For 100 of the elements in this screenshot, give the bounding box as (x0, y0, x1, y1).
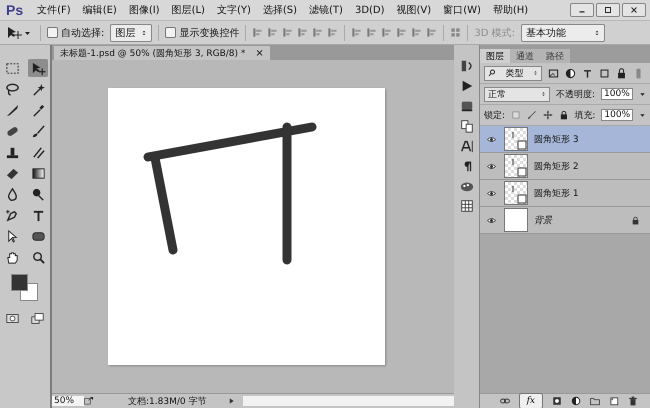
eye-icon[interactable] (486, 188, 496, 198)
lock-icon[interactable] (558, 110, 568, 120)
lock-pixels-icon[interactable] (511, 110, 521, 120)
menu-item[interactable]: 文件(F) (33, 3, 75, 17)
layer-name: 圆角矩形 2 (534, 160, 580, 172)
link-icon[interactable] (500, 396, 510, 406)
pen-nib-icon (4, 208, 20, 222)
eye-icon[interactable] (486, 216, 496, 224)
workspace-dropdown[interactable]: 基本功能 (521, 24, 605, 42)
eyedropper-icon (30, 102, 46, 118)
search-icon (488, 69, 496, 77)
menu-item[interactable]: 图像(I) (124, 3, 164, 17)
align-icon[interactable] (312, 27, 324, 38)
smart-object-filter-icon[interactable] (616, 68, 627, 78)
horizontal-scrollbar[interactable] (243, 396, 454, 406)
knife-icon (4, 102, 20, 118)
maximize-button[interactable] (596, 3, 620, 17)
align-icon[interactable] (426, 27, 438, 38)
maximize-icon (605, 7, 611, 13)
new-layer-icon[interactable] (609, 396, 619, 406)
close-button[interactable] (622, 3, 646, 17)
align-icon[interactable] (411, 27, 422, 38)
adjustment-icon[interactable] (571, 396, 581, 406)
align-icon[interactable] (351, 27, 362, 38)
dropdown-arrow-icon[interactable] (639, 112, 646, 118)
align-icon[interactable] (252, 27, 264, 38)
gradient-icon (30, 166, 46, 180)
opacity-field[interactable]: 100% (601, 88, 633, 100)
opacity-label: 不透明度: (556, 88, 596, 100)
close-button[interactable]: × (255, 48, 264, 58)
eye-icon[interactable] (486, 134, 496, 144)
mode-3d-label: 3D 模式: (474, 26, 515, 40)
checkbox[interactable] (165, 27, 176, 38)
eye-icon[interactable] (486, 162, 496, 170)
align-icon[interactable] (327, 27, 338, 38)
move-arrows-icon[interactable] (542, 110, 553, 120)
dropdown-arrow-icon[interactable] (638, 90, 646, 98)
align-icon[interactable] (297, 27, 308, 38)
arrow-cross-icon (30, 60, 46, 76)
layer-row[interactable]: 圆角矩形 2 (480, 153, 650, 180)
layer-thumbnail (504, 181, 528, 205)
updown-icon (533, 69, 538, 77)
panel-tab[interactable]: 通道 (510, 49, 540, 63)
mask-icon[interactable] (552, 396, 562, 406)
align-icon[interactable] (282, 27, 294, 38)
checkbox[interactable] (47, 27, 58, 38)
screen-mode-icon[interactable] (30, 312, 45, 325)
minimize-icon (580, 11, 584, 12)
filter-dropdown[interactable]: 类型 (484, 66, 542, 80)
align-icon[interactable] (381, 27, 392, 38)
fx-button[interactable]: fx (518, 393, 543, 408)
fill-field[interactable]: 100% (601, 109, 634, 121)
align-icon[interactable] (366, 27, 378, 38)
hand-icon (4, 250, 20, 264)
menu-item[interactable]: 图层(L) (168, 3, 209, 17)
layer-name: 圆角矩形 1 (534, 188, 580, 200)
blend-mode-dropdown[interactable]: 正常 (484, 86, 550, 102)
menu-item[interactable]: 滤镜(T) (305, 3, 347, 17)
folder-icon[interactable] (590, 396, 600, 406)
type-filter-icon[interactable] (582, 68, 593, 78)
brush-icon (30, 124, 46, 138)
adjustment-filter-icon[interactable] (565, 68, 576, 78)
layer-dropdown[interactable]: 图层 (110, 24, 152, 42)
clone-source-icon[interactable] (460, 119, 474, 133)
menu-item[interactable]: 编辑(E) (78, 3, 121, 17)
zoom-field[interactable]: 50% (52, 396, 84, 406)
updown-icon (541, 90, 546, 98)
menu-item[interactable]: 帮助(H) (488, 3, 532, 17)
triangle-right-icon[interactable] (228, 397, 235, 405)
align-icon[interactable] (267, 27, 278, 38)
checkbox-label: 自动选择: (61, 26, 104, 40)
shape-filter-icon[interactable] (599, 68, 610, 78)
menu-item[interactable]: 3D(D) (350, 4, 389, 16)
layer-row[interactable]: 圆角矩形 1 (480, 180, 650, 207)
panel-tab[interactable]: 图层 (480, 49, 510, 63)
lasso-icon (4, 82, 20, 96)
align-icon[interactable] (396, 27, 408, 38)
slashes-icon (30, 144, 46, 160)
layer-row[interactable]: 背景 (480, 207, 650, 234)
export-icon (84, 396, 94, 406)
search-icon (30, 250, 46, 264)
layer-thumbnail (504, 208, 528, 232)
quick-mask-icon[interactable] (5, 312, 20, 325)
layer-row[interactable]: 圆角矩形 3 (480, 126, 650, 153)
dashed-rectangle-icon (4, 60, 20, 76)
brush-icon[interactable] (526, 110, 537, 120)
image-filter-icon[interactable] (548, 68, 559, 78)
menu-item[interactable]: 选择(S) (258, 3, 302, 17)
checkbox-label: 显示变换控件 (179, 26, 240, 40)
layer-name: 圆角矩形 3 (534, 134, 580, 146)
menu-item[interactable]: 窗口(W) (439, 3, 485, 17)
app-logo: Ps (6, 2, 24, 18)
trash-icon[interactable] (628, 396, 638, 406)
menu-item[interactable]: 视图(V) (392, 3, 436, 17)
play-icon[interactable] (460, 79, 474, 93)
menu-item[interactable]: 文字(Y) (212, 3, 255, 17)
panel-tab[interactable]: 路径 (540, 49, 570, 63)
grid-icon[interactable] (460, 199, 474, 213)
document-tab[interactable]: 未标题-1.psd @ 50% (圆角矩形 3, RGB/8) * × (54, 46, 270, 60)
character-icon[interactable] (460, 139, 474, 153)
